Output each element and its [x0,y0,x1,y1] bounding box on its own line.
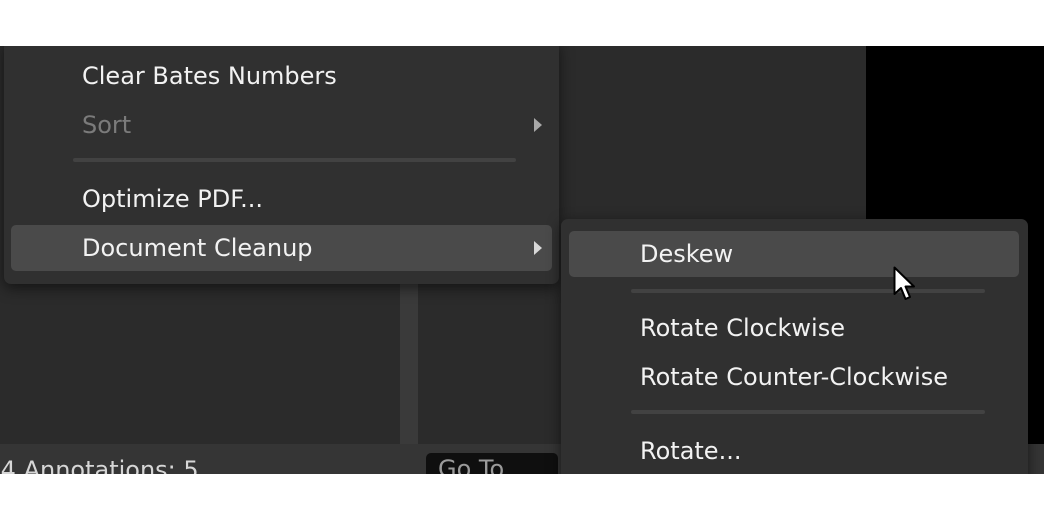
menu-item-label: Clear Bates Numbers [82,62,337,90]
app-window: l4 Annotations: 5 Go To Clear Bates Numb… [0,46,1044,474]
menu-item-label: Optimize PDF... [82,185,264,213]
menu-item-label: Deskew [640,240,734,268]
submenu-item-rotate[interactable]: Rotate... [569,428,1019,474]
menu-separator [631,410,985,414]
menu-item-optimize-pdf[interactable]: Optimize PDF... [11,176,552,222]
menu-item-label: Rotate... [640,437,742,465]
submenu-item-rotate-counter-clockwise[interactable]: Rotate Counter-Clockwise [569,354,1019,400]
chevron-right-icon [534,241,542,255]
goto-button[interactable]: Go To [426,453,558,474]
menu-item-clear-bates-numbers[interactable]: Clear Bates Numbers [11,53,552,99]
menu-item-document-cleanup[interactable]: Document Cleanup [11,225,552,271]
chevron-right-icon [534,118,542,132]
mouse-pointer-icon [893,266,915,300]
annotations-count: l4 Annotations: 5 [0,456,199,474]
context-menu: Clear Bates Numbers Sort Optimize PDF...… [4,46,559,284]
submenu-item-deskew[interactable]: Deskew [569,231,1019,277]
menu-separator [631,289,985,293]
menu-item-sort: Sort [11,102,552,148]
menu-item-label: Sort [82,111,132,139]
menu-item-label: Rotate Clockwise [640,314,845,342]
menu-separator [73,158,516,162]
menu-item-label: Document Cleanup [82,234,313,262]
submenu-item-rotate-clockwise[interactable]: Rotate Clockwise [569,305,1019,351]
document-cleanup-submenu: Deskew Rotate Clockwise Rotate Counter-C… [561,219,1028,474]
menu-item-label: Rotate Counter-Clockwise [640,363,949,391]
